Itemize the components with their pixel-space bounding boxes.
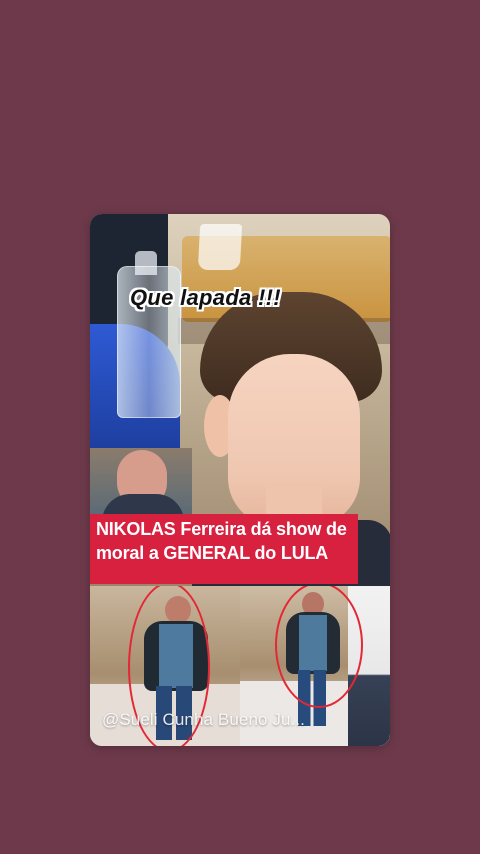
inset-person-shoulders: [102, 494, 184, 514]
main-video-frame: Que lapada !!! NIKOLAS Ferreira dá show …: [90, 214, 390, 610]
headline-line-1: NIKOLAS Ferreira dá show de: [96, 519, 347, 539]
overlay-caption: Que lapada !!!: [130, 285, 281, 310]
inset-photo: [90, 448, 192, 514]
story-card[interactable]: Que lapada !!! NIKOLAS Ferreira dá show …: [90, 214, 390, 746]
plastic-cup: [197, 224, 243, 270]
headline-line-2: moral a GENERAL do LULA: [96, 543, 329, 564]
right-highlight-circle: [275, 586, 363, 708]
creator-watermark: @Sueli Cunha Bueno Ju...: [102, 710, 306, 729]
headline-banner: NIKOLAS Ferreira dá show de moral a GENE…: [90, 514, 358, 584]
